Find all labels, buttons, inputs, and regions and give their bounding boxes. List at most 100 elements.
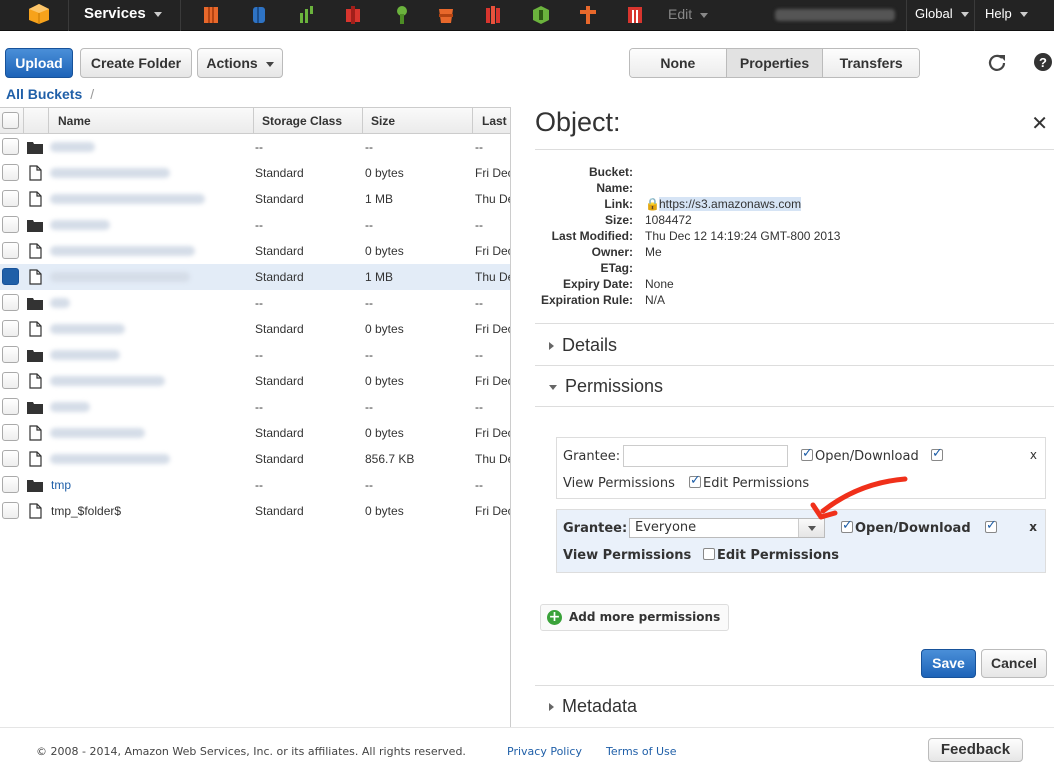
privacy-policy-link[interactable]: Privacy Policy [507,745,582,758]
open-download-option[interactable]: Open/Download [801,446,919,464]
tab-transfers[interactable]: Transfers [823,49,919,77]
feedback-button[interactable]: Feedback [928,738,1023,762]
table-row[interactable]: -- -- -- [0,212,510,238]
section-permissions-toggle[interactable]: Permissions [549,376,663,397]
row-checkbox[interactable] [2,320,19,337]
table-row[interactable]: Standard 0 bytes Fri Dec [0,316,510,342]
cloudformation-service-icon[interactable] [297,5,315,25]
row-checkbox[interactable] [2,398,19,415]
help-icon[interactable]: ? [1033,52,1053,72]
row-name-redacted[interactable] [50,142,95,152]
tab-properties[interactable]: Properties [726,49,824,77]
create-folder-button[interactable]: Create Folder [80,48,192,78]
iam-service-icon[interactable] [393,5,411,25]
edit-permissions-checkbox[interactable] [703,548,715,560]
ec2-service-icon[interactable] [202,5,220,25]
edit-permissions-option[interactable]: Edit Permissions [689,473,809,491]
section-details-toggle[interactable]: Details [549,335,617,356]
row-checkbox[interactable] [2,164,19,181]
table-row[interactable]: -- -- -- [0,394,510,420]
row-checkbox[interactable] [2,138,19,155]
row-name-redacted[interactable] [50,402,90,412]
edit-permissions-option[interactable]: Edit Permissions [703,548,839,563]
remove-grant-button[interactable]: x [1030,448,1037,462]
cloudwatch-service-icon[interactable] [344,5,362,25]
table-row[interactable]: tmp -- -- -- [0,472,510,498]
checkbox[interactable] [985,518,997,533]
table-row[interactable]: -- -- -- [0,342,510,368]
sns-service-icon[interactable] [579,5,597,25]
table-row[interactable]: Standard 0 bytes Fri Dec [0,160,510,186]
row-name-redacted[interactable] [50,324,125,334]
edit-menu[interactable]: Edit [668,6,709,22]
table-row[interactable]: tmp_$folder$ Standard 0 bytes Fri Dec [0,498,510,524]
actions-button[interactable]: Actions [197,48,283,78]
services-menu[interactable]: Services [84,5,162,22]
aws-logo-icon[interactable] [28,3,50,25]
edit-permissions-checkbox[interactable] [689,473,701,488]
table-row[interactable]: -- -- -- [0,290,510,316]
object-url-link[interactable]: https://s3.amazonaws.com [659,197,802,211]
open-download-checkbox[interactable] [801,446,813,461]
column-header-storage-class[interactable]: Storage Class [262,114,342,128]
checkbox[interactable] [931,446,943,461]
row-checkbox[interactable] [2,346,19,363]
redshift-service-icon[interactable] [484,5,502,25]
account-name-redacted[interactable] [775,9,895,21]
row-checkbox[interactable] [2,450,19,467]
terms-of-use-link[interactable]: Terms of Use [606,745,677,758]
column-header-name[interactable]: Name [58,114,91,128]
column-header-last-modified[interactable]: Last [482,114,507,128]
grantee-input[interactable] [623,445,788,467]
row-name-redacted[interactable] [50,272,190,282]
close-icon[interactable]: ✕ [1031,111,1048,136]
permission-checkbox[interactable] [931,446,945,464]
help-menu[interactable]: Help [985,6,1028,21]
save-button[interactable]: Save [921,649,976,678]
table-row[interactable]: Standard 0 bytes Fri Dec [0,420,510,446]
row-checkbox[interactable] [2,502,19,519]
row-name-redacted[interactable] [50,350,120,360]
permission-checkbox[interactable] [985,518,999,536]
row-name-redacted[interactable] [50,454,170,464]
s3-service-icon[interactable] [437,5,455,25]
upload-button[interactable]: Upload [5,48,73,78]
select-all-checkbox[interactable] [2,112,19,129]
table-row[interactable]: Standard 0 bytes Fri Dec [0,368,510,394]
row-checkbox[interactable] [2,372,19,389]
refresh-icon[interactable] [987,52,1007,72]
row-name-redacted[interactable] [50,298,70,308]
row-checkbox[interactable] [2,216,19,233]
add-more-permissions-button[interactable]: + Add more permissions [540,604,730,631]
section-metadata-toggle[interactable]: Metadata [549,696,637,717]
cloudfront-service-icon[interactable] [626,5,644,25]
column-header-size[interactable]: Size [371,114,395,128]
row-checkbox[interactable] [2,424,19,441]
grantee-select[interactable]: Everyone [629,518,825,538]
tab-none[interactable]: None [630,49,727,77]
table-row[interactable]: Standard 856.7 KB Thu Dec [0,446,510,472]
row-name-redacted[interactable] [50,376,165,386]
row-checkbox[interactable] [2,294,19,311]
row-name-redacted[interactable] [50,194,205,204]
table-row[interactable]: -- -- -- [0,134,510,160]
table-row[interactable]: Standard 1 MB Thu Dec [0,264,510,290]
row-name-redacted[interactable] [50,428,145,438]
region-menu[interactable]: Global [915,6,969,21]
row-checkbox[interactable] [2,476,19,493]
row-checkbox[interactable] [2,242,19,259]
database-service-icon[interactable] [250,5,268,25]
row-checkbox[interactable] [2,268,19,285]
row-name-redacted[interactable] [50,220,110,230]
row-name[interactable]: tmp_$folder$ [51,504,121,518]
remove-grant-button[interactable]: x [1029,520,1037,534]
table-row[interactable]: Standard 0 bytes Fri Dec [0,238,510,264]
cancel-button[interactable]: Cancel [981,649,1047,678]
row-name-redacted[interactable] [50,246,195,256]
row-checkbox[interactable] [2,190,19,207]
row-name[interactable]: tmp [51,478,71,492]
breadcrumb-all-buckets[interactable]: All Buckets [6,86,82,102]
row-name-redacted[interactable] [50,168,170,178]
beanstalk-service-icon[interactable] [532,5,550,25]
table-row[interactable]: Standard 1 MB Thu Dec [0,186,510,212]
